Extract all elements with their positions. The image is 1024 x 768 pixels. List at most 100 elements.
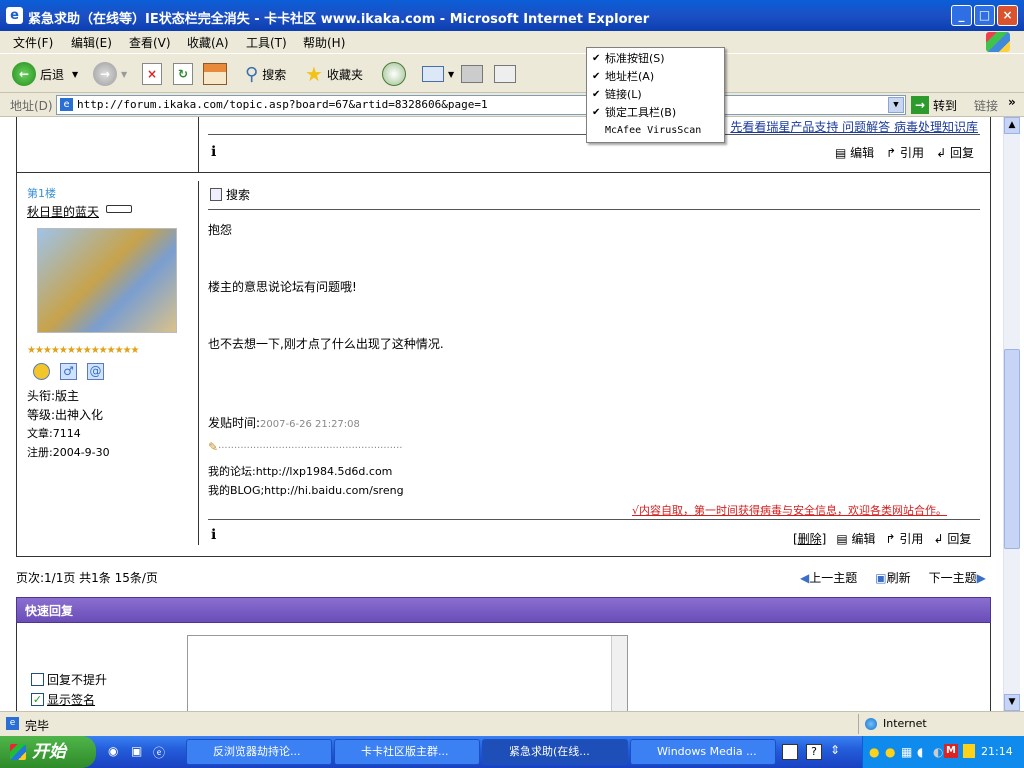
clock[interactable]: 21:14	[981, 745, 1013, 758]
close-button[interactable]: ×	[997, 5, 1018, 26]
quicklaunch-desktop-icon[interactable]: ▣	[131, 744, 142, 758]
favorites-button[interactable]: ★ 收藏夹	[305, 60, 363, 88]
textarea-scrollbar[interactable]	[611, 636, 627, 711]
search-post-button[interactable]: 搜索	[210, 186, 250, 203]
minimize-button[interactable]: _	[951, 5, 972, 26]
start-button[interactable]: 开始	[0, 736, 96, 768]
quote-button[interactable]: ↱ 引用	[886, 144, 924, 161]
edit-page-button[interactable]	[494, 60, 516, 88]
next-topic-link[interactable]: 下一主题▶	[929, 569, 986, 586]
history-button[interactable]	[382, 60, 406, 88]
menu-bar: 文件(F) 编辑(E) 查看(V) 收藏(A) 工具(T) 帮助(H)	[0, 31, 1024, 53]
search-button[interactable]: ⚲ 搜索	[245, 60, 286, 88]
promo-link[interactable]: √内容自取，第一时间获得病毒与安全信息，欢迎各类网站合作。	[632, 502, 947, 518]
qq-icon[interactable]: ●	[885, 745, 895, 759]
address-url: http://forum.ikaka.com/topic.asp?board=6…	[77, 98, 488, 111]
triangle-left-icon: ◀	[800, 571, 810, 585]
post-actions: ▤ 编辑 ↱ 引用 ↲ 回复	[835, 144, 974, 161]
post-time: 发贴时间:2007-6-26 21:27:08	[208, 416, 360, 430]
reply-textarea[interactable]	[187, 635, 628, 711]
checkbox-checked[interactable]: ✓	[31, 693, 44, 706]
menu-tools[interactable]: 工具(T)	[246, 34, 287, 51]
title-bar[interactable]: e 紧急求助（在线等）IE状态栏完全消失 - 卡卡社区 www.ikaka.co…	[0, 0, 1024, 31]
scroll-thumb[interactable]	[1004, 349, 1020, 549]
delete-button[interactable]: [删除]	[793, 530, 826, 547]
task-button[interactable]: 反浏览器劫持论...	[186, 739, 332, 765]
links-label[interactable]: 链接	[974, 97, 998, 114]
tray-app-icon[interactable]: ◐	[933, 745, 943, 759]
menu-item-address-bar[interactable]: ✔ 地址栏(A)	[587, 68, 724, 86]
address-dropdown-arrow-icon[interactable]: ▼	[888, 97, 904, 113]
back-label: 后退	[40, 67, 65, 82]
support-links[interactable]: 先看看瑞星产品支持 问题解答 病毒处理知识库	[730, 118, 978, 135]
back-button[interactable]: ← 后退 ▼	[12, 60, 78, 88]
no-bump-checkbox[interactable]: 回复不提升	[31, 671, 107, 688]
toolbars-context-menu: ✔ 标准按钮(S) ✔ 地址栏(A) ✔ 链接(L) ✔ 锁定工具栏(B) McAfee…	[586, 47, 725, 143]
status-text: 完毕	[25, 719, 50, 733]
system-tray: ● ● ▦ ◖ ◐ M 21:14	[862, 736, 1024, 768]
task-button[interactable]: Windows Media ...	[630, 739, 776, 765]
edit-button[interactable]: ▤ 编辑	[836, 530, 875, 547]
address-input[interactable]: e http://forum.ikaka.com/topic.asp?board…	[56, 95, 906, 115]
maximize-button[interactable]: □	[974, 5, 995, 26]
speaker-icon[interactable]: ◖	[917, 745, 923, 759]
menu-edit[interactable]: 编辑(E)	[71, 34, 112, 51]
checkbox-unchecked[interactable]	[31, 673, 44, 686]
task-button[interactable]: 卡卡社区版主群...	[334, 739, 480, 765]
favorites-label: 收藏夹	[326, 67, 363, 82]
ip-icon[interactable]: ℹ	[211, 144, 216, 160]
qq-icon[interactable]: ●	[869, 745, 879, 759]
menu-item-lock-toolbars[interactable]: ✔ 锁定工具栏(B)	[587, 104, 724, 122]
menu-file[interactable]: 文件(F)	[13, 34, 53, 51]
home-button[interactable]	[203, 60, 227, 88]
scroll-down-arrow-icon[interactable]: ▼	[1004, 694, 1020, 711]
scroll-up-arrow-icon[interactable]: ▲	[1004, 117, 1020, 134]
checkmark-icon: ✔	[592, 89, 601, 100]
quick-reply-header: 快速回复	[16, 597, 991, 623]
signature-forum: 我的论坛:http://lxp1984.5d6d.com	[208, 465, 393, 478]
menu-item-links[interactable]: ✔ 链接(L)	[587, 86, 724, 104]
quicklaunch-ie-icon[interactable]: ◉	[108, 744, 118, 758]
reply-button[interactable]: ↲ 回复	[936, 144, 974, 161]
vertical-scrollbar[interactable]: ▲ ▼	[1003, 117, 1020, 711]
quote-button[interactable]: ↱ 引用	[886, 530, 924, 547]
task-button-active[interactable]: 紧急求助(在线...	[482, 739, 628, 765]
history-icon	[382, 62, 406, 86]
forward-button[interactable]: → ▼	[93, 60, 127, 88]
prev-topic-link[interactable]: ◀上一主题	[800, 569, 857, 586]
stop-button[interactable]: ×	[142, 60, 162, 88]
menu-help[interactable]: 帮助(H)	[303, 34, 345, 51]
ip-icon[interactable]: ℹ	[211, 527, 216, 543]
message-icon[interactable]: @	[87, 363, 104, 380]
author-name[interactable]: 秋日里的蓝天	[27, 203, 99, 220]
menu-item-standard-buttons[interactable]: ✔ 标准按钮(S)	[587, 50, 724, 68]
back-arrow-icon: ←	[12, 62, 36, 86]
chevron-right-icon[interactable]: »	[1008, 95, 1016, 109]
quick-reply-body: 回复不提升 ✓ 显示签名	[16, 623, 991, 711]
edit-button[interactable]: ▤ 编辑	[835, 144, 874, 161]
mcafee-icon[interactable]: M	[944, 744, 958, 758]
menu-favorites[interactable]: 收藏(A)	[187, 34, 229, 51]
post-line-2: 楼主的意思说论坛有问题哦!	[208, 280, 357, 294]
windows-logo-icon	[986, 32, 1010, 52]
search-icon: ⚲	[245, 63, 259, 85]
reply-button[interactable]: ↲ 回复	[933, 530, 971, 547]
dropdown-arrow-icon: ▼	[448, 69, 455, 79]
user-registered: 注册:2004-9-30	[27, 446, 110, 459]
show-signature-checkbox[interactable]: ✓ 显示签名	[31, 691, 95, 708]
tray-app-icon[interactable]	[782, 744, 798, 760]
menu-item-mcafee[interactable]: McAfee VirusScan	[587, 122, 724, 140]
refresh-link[interactable]: ▣刷新	[875, 569, 910, 586]
help-icon[interactable]: ?	[806, 744, 822, 760]
security-shield-icon[interactable]	[963, 744, 975, 758]
tray-expand-icon[interactable]: ⇕	[830, 743, 840, 757]
print-button[interactable]	[461, 60, 483, 88]
network-icon[interactable]: ▦	[901, 745, 912, 759]
quicklaunch-browser-icon[interactable]: ⓔ	[153, 744, 165, 761]
mail-button[interactable]: ▼	[422, 60, 454, 88]
checkmark-icon: ✔	[592, 107, 601, 118]
refresh-button[interactable]: ↻	[173, 60, 193, 88]
favorites-star-icon: ★	[305, 62, 323, 86]
menu-view[interactable]: 查看(V)	[129, 34, 171, 51]
go-button[interactable]: → 转到	[911, 96, 957, 114]
